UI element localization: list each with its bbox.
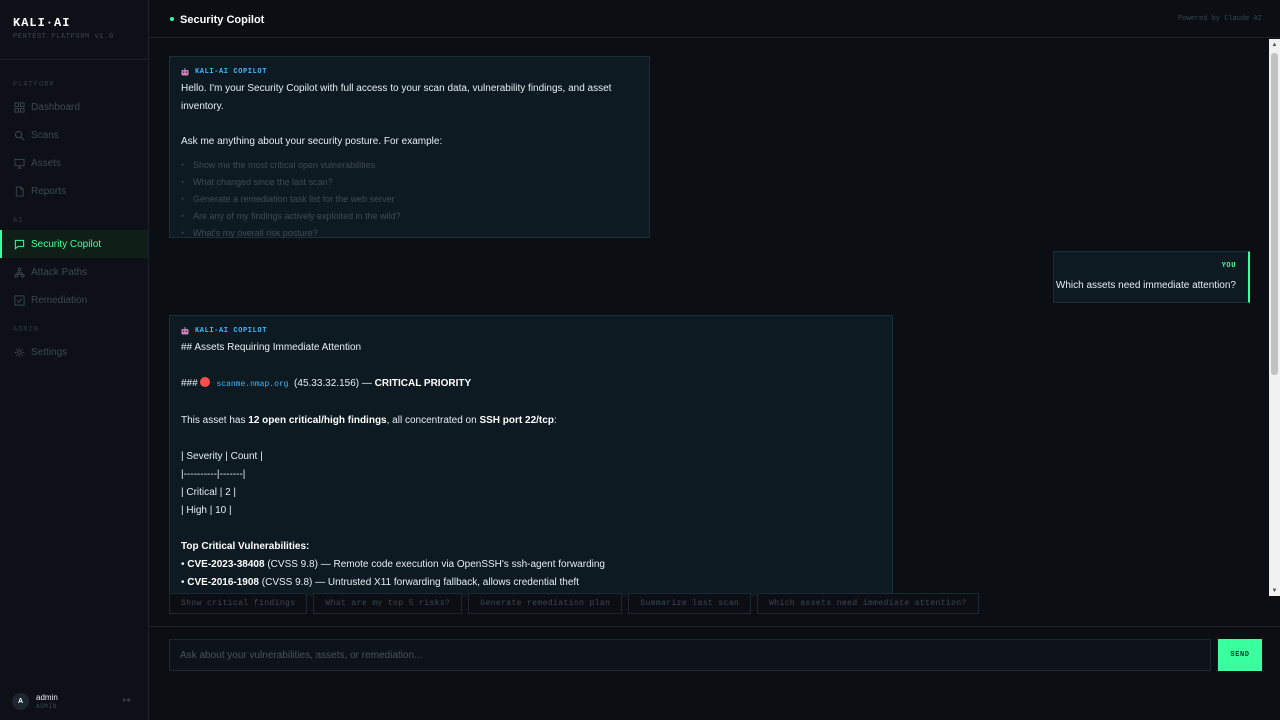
scroll-down-icon[interactable]: ▼ bbox=[1269, 585, 1280, 596]
sidebar-item-settings[interactable]: Settings bbox=[0, 338, 148, 366]
chip-show-critical[interactable]: Show critical findings bbox=[169, 593, 308, 614]
cve-id: CVE-2023-38408 bbox=[187, 559, 265, 570]
scroll-thumb[interactable] bbox=[1271, 53, 1278, 375]
asset-ip: (45.33.32.156) — bbox=[294, 378, 372, 389]
sidebar-item-remediation[interactable]: Remediation bbox=[0, 286, 148, 314]
list-item[interactable]: Are any of my findings actively exploite… bbox=[181, 208, 638, 225]
welcome-intro: Hello. I'm your Security Copilot with fu… bbox=[181, 83, 612, 112]
checkbox-icon bbox=[14, 294, 25, 306]
robot-icon bbox=[181, 68, 189, 76]
powered-by-label: Powered by Claude AI bbox=[1177, 15, 1262, 23]
critical-dot-icon bbox=[199, 377, 210, 387]
top-vulns-label: Top Critical Vulnerabilities: bbox=[181, 541, 310, 552]
list-item[interactable]: What changed since the last scan? bbox=[181, 174, 638, 191]
assistant-message-response: KALI-AI COPILOT ## Assets Requiring Imme… bbox=[169, 315, 893, 596]
chat-icon bbox=[14, 239, 25, 250]
avatar: A bbox=[12, 693, 29, 710]
table-line: | Severity | Count | bbox=[181, 451, 263, 462]
list-item[interactable]: Generate a remediation task list for the… bbox=[181, 191, 638, 208]
summary-findings: 12 open critical/high findings bbox=[248, 415, 387, 426]
chip-immediate-attention[interactable]: Which assets need immediate attention? bbox=[757, 593, 979, 614]
cve-item: • CVE-2023-38408 (CVSS 9.8) — Remote cod… bbox=[181, 559, 605, 570]
response-heading: ## Assets Requiring Immediate Attention bbox=[181, 342, 362, 353]
asset-heading: ### scanme.nmap.org (45.33.32.156) — CRI… bbox=[181, 375, 881, 394]
chat-scrollbar[interactable]: ▲ ▼ bbox=[1269, 39, 1280, 596]
gear-icon bbox=[14, 347, 25, 358]
heading-marker: ### bbox=[181, 378, 198, 389]
monitor-icon bbox=[14, 158, 25, 169]
sidebar-item-label: Dashboard bbox=[31, 101, 80, 113]
asset-link[interactable]: scanme.nmap.org bbox=[216, 380, 288, 389]
network-icon bbox=[14, 266, 25, 278]
composer: SEND bbox=[149, 626, 1280, 720]
table-line: | Critical | 2 | bbox=[181, 487, 237, 498]
sidebar-item-label: Security Copilot bbox=[31, 238, 102, 250]
grid-icon bbox=[14, 101, 25, 113]
section-label-platform: PLATFORM bbox=[13, 81, 55, 89]
chip-summarize-scan[interactable]: Summarize last scan bbox=[628, 593, 752, 614]
cve-description: (CVSS 9.8) — Untrusted X11 forwarding fa… bbox=[261, 577, 579, 588]
section-label-admin: ADMIN bbox=[13, 326, 40, 334]
suggestion-chips: Show critical findings What are my top 5… bbox=[169, 593, 979, 614]
sidebar-item-label: Assets bbox=[31, 157, 62, 169]
scroll-up-icon[interactable]: ▲ bbox=[1269, 39, 1280, 50]
top-vulns-heading: Top Critical Vulnerabilities: bbox=[181, 538, 881, 556]
sidebar-item-security-copilot[interactable]: Security Copilot bbox=[0, 230, 148, 258]
sidebar-item-attack-paths[interactable]: Attack Paths bbox=[0, 258, 148, 286]
user-name: admin bbox=[36, 693, 58, 702]
section-label-ai: AI bbox=[13, 217, 24, 225]
sidebar-item-label: Reports bbox=[31, 185, 67, 197]
welcome-prompt: Ask me anything about your security post… bbox=[181, 136, 443, 147]
page-header: Security Copilot Powered by Claude AI bbox=[149, 0, 1280, 38]
chat-input[interactable] bbox=[169, 639, 1211, 671]
search-icon bbox=[14, 130, 25, 141]
assistant-tag-label: KALI-AI COPILOT bbox=[195, 327, 268, 335]
summary-text: : bbox=[553, 415, 557, 426]
cve-item: • CVE-2016-1908 (CVSS 9.8) — Untrusted X… bbox=[181, 577, 579, 588]
cve-id: CVE-2016-1908 bbox=[187, 577, 259, 588]
send-button[interactable]: SEND bbox=[1218, 639, 1262, 671]
sidebar-item-label: Remediation bbox=[31, 294, 88, 306]
user-message: YOU Which assets need immediate attentio… bbox=[1053, 251, 1250, 303]
summary-text: This asset has bbox=[181, 415, 249, 426]
user-message-text: Which assets need immediate attention? bbox=[1055, 280, 1236, 291]
assistant-tag: KALI-AI COPILOT bbox=[181, 68, 638, 76]
sidebar-item-scans[interactable]: Scans bbox=[0, 121, 148, 149]
sidebar-item-dashboard[interactable]: Dashboard bbox=[0, 93, 148, 121]
chip-top-risks[interactable]: What are my top 5 risks? bbox=[313, 593, 463, 614]
sidebar-item-assets[interactable]: Assets bbox=[0, 149, 148, 177]
brand-subtitle: PENTEST PLATFORM v1.0 bbox=[13, 33, 114, 41]
asset-summary: This asset has 12 open critical/high fin… bbox=[181, 412, 881, 430]
brand: KALI·AI PENTEST PLATFORM v1.0 bbox=[0, 0, 148, 60]
page-title: Security Copilot bbox=[180, 14, 265, 26]
user-role: ADMIN bbox=[36, 703, 58, 710]
list-item[interactable]: Show me the most critical open vulnerabi… bbox=[181, 157, 638, 174]
sidebar-item-label: Scans bbox=[31, 129, 59, 141]
chat-area[interactable]: KALI-AI COPILOT Hello. I'm your Security… bbox=[149, 39, 1269, 596]
brand-title: KALI·AI bbox=[13, 16, 71, 30]
table-line: | High | 10 | bbox=[181, 505, 232, 516]
assistant-tag-label: KALI-AI COPILOT bbox=[195, 68, 268, 76]
status-dot bbox=[170, 17, 174, 21]
chip-remediation-plan[interactable]: Generate remediation plan bbox=[468, 593, 623, 614]
priority-label: CRITICAL PRIORITY bbox=[374, 378, 472, 389]
sidebar: KALI·AI PENTEST PLATFORM v1.0 PLATFORM D… bbox=[0, 0, 149, 720]
sidebar-item-reports[interactable]: Reports bbox=[0, 177, 148, 205]
logout-icon[interactable]: ↦ bbox=[123, 695, 131, 706]
sidebar-item-label: Attack Paths bbox=[31, 266, 88, 278]
document-icon bbox=[14, 185, 25, 197]
summary-port: SSH port 22/tcp bbox=[479, 415, 554, 426]
user-profile: A admin ADMIN ↦ bbox=[12, 693, 137, 710]
example-list: Show me the most critical open vulnerabi… bbox=[181, 157, 638, 242]
table-line: |----------|-------| bbox=[181, 469, 246, 480]
list-item[interactable]: What's my overall risk posture? bbox=[181, 225, 638, 242]
summary-text: , all concentrated on bbox=[386, 415, 480, 426]
user-tag: YOU bbox=[1221, 262, 1236, 270]
sidebar-item-label: Settings bbox=[31, 346, 68, 358]
robot-icon bbox=[181, 327, 189, 335]
assistant-message-welcome: KALI-AI COPILOT Hello. I'm your Security… bbox=[169, 56, 650, 242]
assistant-tag: KALI-AI COPILOT bbox=[181, 327, 881, 335]
cve-description: (CVSS 9.8) — Remote code execution via O… bbox=[267, 559, 605, 570]
